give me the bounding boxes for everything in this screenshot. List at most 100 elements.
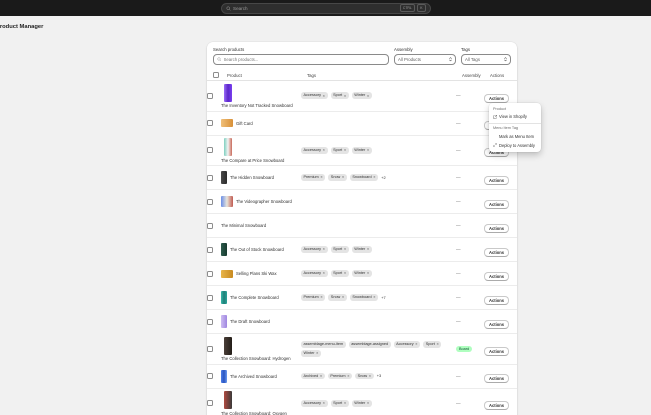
tag-chip[interactable]: Sport ✕ <box>330 92 349 100</box>
product-cell: The Minimal Snowboard <box>221 223 301 228</box>
remove-tag-icon[interactable]: ✕ <box>316 351 319 355</box>
row-checkbox[interactable] <box>207 270 213 277</box>
row-checkbox[interactable] <box>207 120 213 126</box>
remove-tag-icon[interactable]: ✕ <box>347 374 350 378</box>
remove-tag-icon[interactable]: ✕ <box>320 374 323 378</box>
tag-chip[interactable]: Accessory ✕ <box>301 92 328 100</box>
menu-item[interactable]: View in Shopify <box>489 112 541 121</box>
remove-tag-icon[interactable]: ✕ <box>344 401 347 405</box>
remove-tag-icon[interactable]: ✕ <box>367 148 370 152</box>
search-products-label: Search products <box>213 47 245 52</box>
remove-tag-icon[interactable]: ✕ <box>342 175 345 179</box>
remove-tag-icon[interactable]: ✕ <box>323 401 326 405</box>
remove-tag-icon[interactable]: ✕ <box>367 247 370 251</box>
row-checkbox[interactable] <box>207 400 213 407</box>
row-checkbox[interactable] <box>207 246 213 253</box>
remove-tag-icon[interactable]: ✕ <box>436 342 439 346</box>
table-row: The Minimal Snowboard — Actions <box>207 214 517 238</box>
remove-tag-icon[interactable]: ✕ <box>367 271 370 275</box>
row-actions-button[interactable]: Actions <box>484 271 510 281</box>
row-actions-button[interactable]: Actions <box>484 247 510 257</box>
menu-item[interactable]: Mark as Menu Item <box>489 132 541 141</box>
select-all-checkbox[interactable] <box>213 72 219 78</box>
tag-chip[interactable]: Accessory ✕ <box>301 270 328 277</box>
tags-label: Tags <box>461 47 471 52</box>
tag-label: Winter <box>354 247 366 252</box>
remove-tag-icon[interactable]: ✕ <box>344 94 347 98</box>
row-actions-button[interactable]: Actions <box>484 401 510 411</box>
product-name: Gift Card <box>236 120 253 126</box>
tag-chip[interactable]: Sport ✕ <box>330 246 349 253</box>
tag-chip[interactable]: Sport ✕ <box>423 340 442 348</box>
remove-tag-icon[interactable]: ✕ <box>344 247 347 251</box>
tag-chip[interactable]: Winter ✕ <box>351 246 372 253</box>
tag-chip[interactable]: Sport ✕ <box>330 399 349 407</box>
remove-tag-icon[interactable]: ✕ <box>344 271 347 275</box>
remove-tag-icon[interactable]: ✕ <box>323 94 326 98</box>
row-actions-button[interactable]: Actions <box>484 319 510 329</box>
remove-tag-icon[interactable]: ✕ <box>320 295 323 299</box>
row-checkbox[interactable] <box>207 198 213 205</box>
row-checkbox[interactable] <box>207 318 213 325</box>
search-products-input-box[interactable] <box>213 54 389 65</box>
tag-chip[interactable]: Winter ✕ <box>351 146 372 154</box>
remove-tag-icon[interactable]: ✕ <box>373 175 376 179</box>
tag-chip[interactable]: Accessory ✕ <box>301 399 328 407</box>
remove-tag-icon[interactable]: ✕ <box>373 295 376 299</box>
tag-chip[interactable]: Winter ✕ <box>351 270 372 277</box>
row-actions-button[interactable]: Actions <box>484 93 510 103</box>
row-actions-button[interactable]: Actions <box>484 374 510 383</box>
column-header-tags: Tags <box>307 72 317 78</box>
tag-chip[interactable]: Accessory ✕ <box>301 246 328 253</box>
search-products-input[interactable] <box>223 57 385 62</box>
tags-select[interactable]: All Tags <box>461 54 511 65</box>
row-actions-button[interactable]: Actions <box>484 346 510 356</box>
remove-tag-icon[interactable]: ✕ <box>367 94 370 98</box>
assembly-select[interactable]: All Products <box>394 54 456 65</box>
row-actions-button[interactable]: Actions <box>484 295 510 305</box>
tag-chip[interactable]: Snow ✕ <box>328 174 347 181</box>
remove-tag-icon[interactable]: ✕ <box>320 175 323 179</box>
row-actions-button[interactable]: Actions <box>484 175 510 185</box>
tag-chip[interactable]: Premium ✕ <box>327 372 353 380</box>
row-checkbox[interactable] <box>207 373 213 379</box>
column-header-product: Product <box>227 72 242 78</box>
tag-chip[interactable]: Sport ✕ <box>330 270 349 277</box>
row-checkbox[interactable] <box>207 147 213 154</box>
menu-item-label: Deploy to Assembly <box>499 142 535 148</box>
menu-item[interactable]: Deploy to Assembly <box>489 141 541 150</box>
tag-chip[interactable]: Accessory ✕ <box>301 146 328 154</box>
tag-chip[interactable]: Winter ✕ <box>351 92 372 100</box>
row-checkbox[interactable] <box>207 174 213 181</box>
tag-chip[interactable]: Sport ✕ <box>330 146 349 154</box>
global-search[interactable]: Search CTRL K <box>220 2 431 14</box>
tag-chip[interactable]: Premium ✕ <box>301 174 326 181</box>
remove-tag-icon[interactable]: ✕ <box>342 295 345 299</box>
remove-tag-icon[interactable]: ✕ <box>323 271 326 275</box>
remove-tag-icon[interactable]: ✕ <box>344 148 347 152</box>
assembly-cell: — <box>456 373 461 379</box>
row-actions-button[interactable]: Actions <box>484 223 510 233</box>
tag-chip[interactable]: Snowboard ✕ <box>349 174 379 181</box>
row-checkbox[interactable] <box>207 345 213 352</box>
remove-tag-icon[interactable]: ✕ <box>415 342 418 346</box>
tag-chip[interactable]: Winter ✕ <box>301 349 322 357</box>
tag-chip[interactable]: Premium ✕ <box>301 294 326 301</box>
product-thumbnail <box>221 369 227 383</box>
row-checkbox[interactable] <box>207 294 213 301</box>
row-actions-button[interactable]: Actions <box>484 199 510 209</box>
remove-tag-icon[interactable]: ✕ <box>369 374 372 378</box>
tag-chip[interactable]: Winter ✕ <box>351 399 372 407</box>
tag-chip[interactable]: assemblage-assigned <box>348 340 391 348</box>
tag-chip[interactable]: Archived ✕ <box>301 372 325 380</box>
tag-chip[interactable]: Snow ✕ <box>328 294 347 301</box>
tag-chip[interactable]: assemblage-menu-item <box>301 340 346 348</box>
row-checkbox[interactable] <box>207 222 213 229</box>
remove-tag-icon[interactable]: ✕ <box>323 247 326 251</box>
tag-chip[interactable]: Snow ✕ <box>355 372 374 380</box>
tag-chip[interactable]: Snowboard ✕ <box>349 294 379 301</box>
tag-chip[interactable]: Accessory ✕ <box>393 340 421 348</box>
remove-tag-icon[interactable]: ✕ <box>323 148 326 152</box>
remove-tag-icon[interactable]: ✕ <box>367 401 370 405</box>
row-checkbox[interactable] <box>207 92 213 99</box>
